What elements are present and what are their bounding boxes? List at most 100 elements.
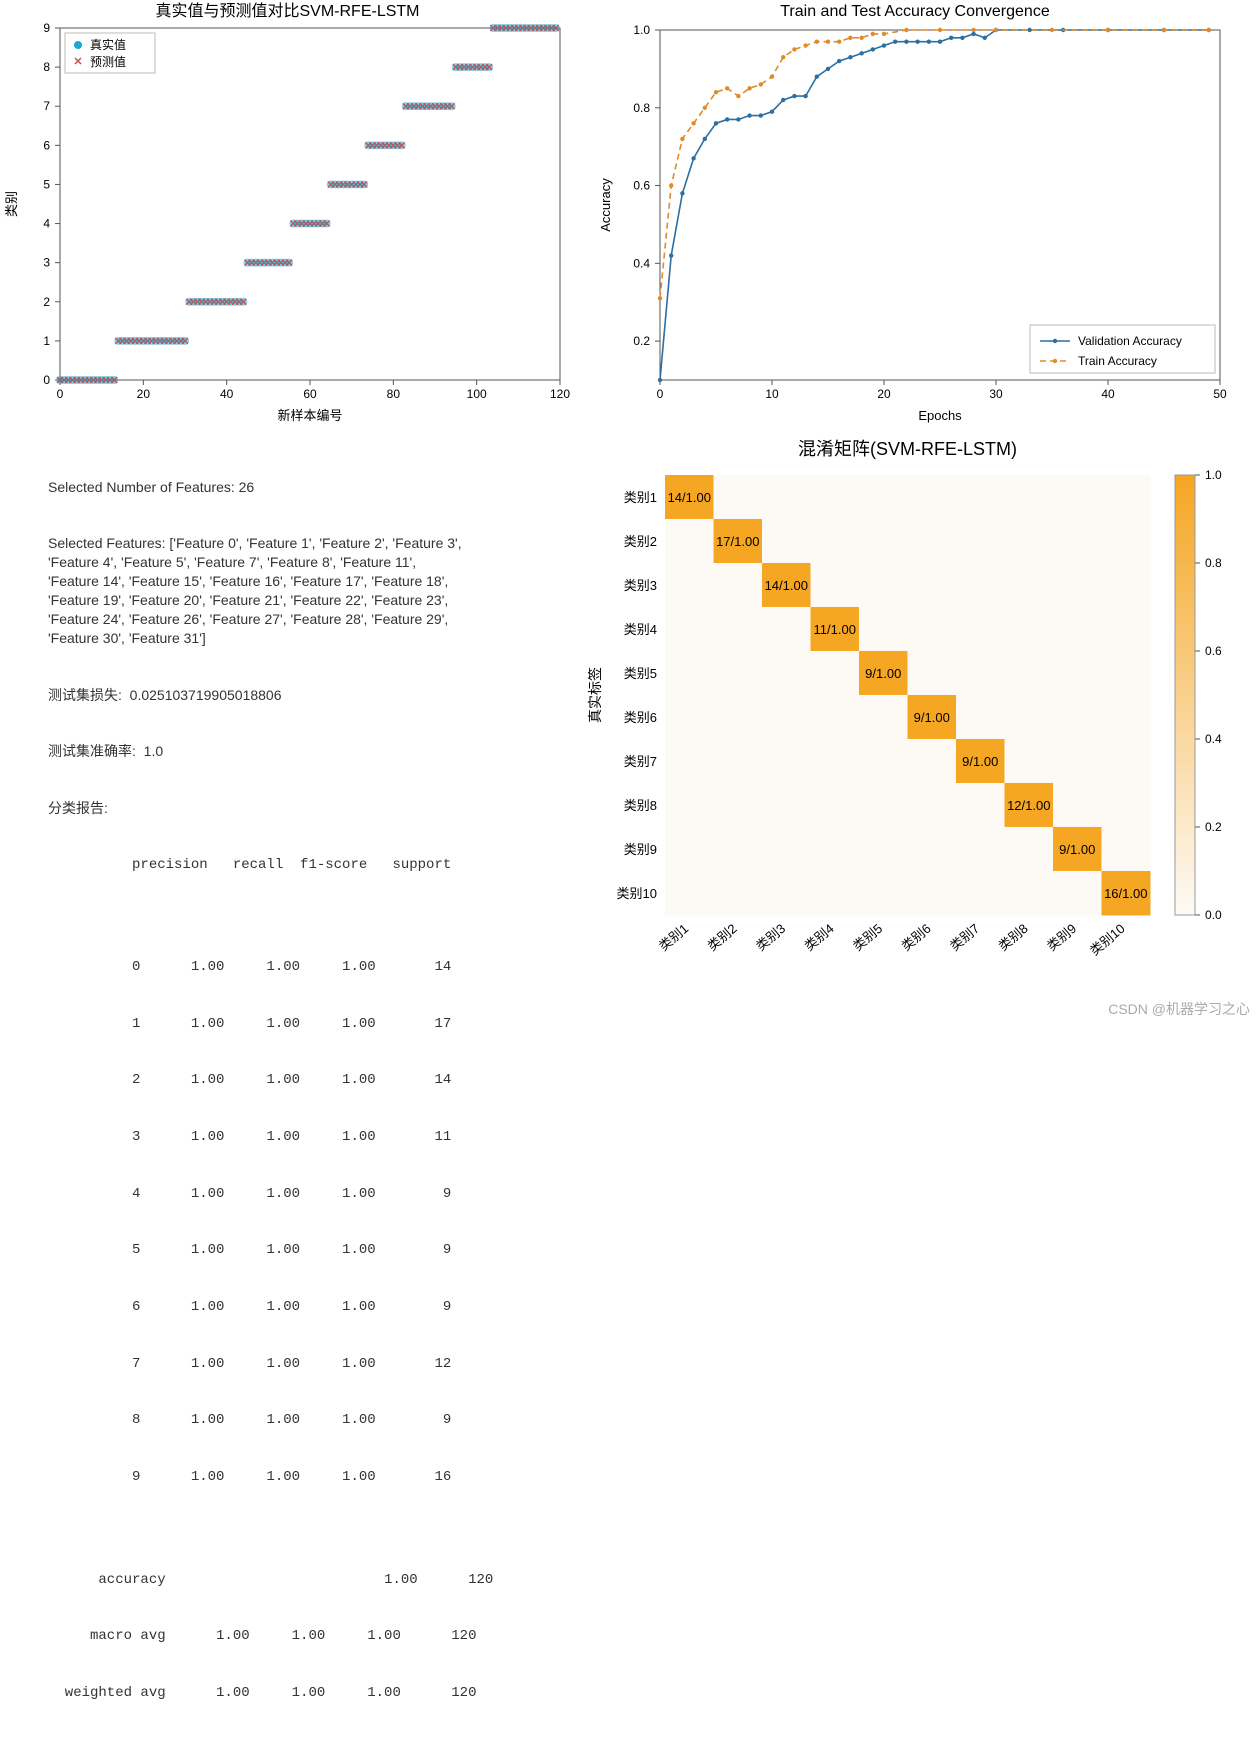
svg-text:10: 10 xyxy=(765,387,779,401)
svg-text:Accuracy: Accuracy xyxy=(598,178,613,232)
svg-text:7: 7 xyxy=(43,99,50,113)
svg-text:Epochs: Epochs xyxy=(918,408,962,423)
svg-text:类别2: 类别2 xyxy=(705,921,740,954)
table-row: 1 1.00 1.00 1.00 17 xyxy=(48,1015,588,1034)
svg-text:60: 60 xyxy=(303,387,317,401)
table-row: 9 1.00 1.00 1.00 16 xyxy=(48,1468,588,1487)
svg-text:14/1.00: 14/1.00 xyxy=(668,490,711,505)
svg-text:Train and Test Accuracy Conver: Train and Test Accuracy Convergence xyxy=(780,3,1050,20)
svg-text:9/1.00: 9/1.00 xyxy=(865,666,901,681)
svg-text:20: 20 xyxy=(137,387,151,401)
svg-text:Train Accuracy: Train Accuracy xyxy=(1078,354,1157,368)
svg-text:80: 80 xyxy=(387,387,401,401)
svg-text:4: 4 xyxy=(43,217,50,231)
watermark: CSDN @机器学习之心 xyxy=(1108,999,1250,1019)
test-loss: 测试集损失: 0.025103719905018806 xyxy=(48,686,588,705)
svg-text:0: 0 xyxy=(43,373,50,387)
selected-features: Selected Features: ['Feature 0', 'Featur… xyxy=(48,534,588,647)
svg-text:类别4: 类别4 xyxy=(802,921,837,954)
svg-text:120: 120 xyxy=(550,387,570,401)
svg-text:1.0: 1.0 xyxy=(633,23,650,37)
svg-text:类别8: 类别8 xyxy=(996,921,1031,954)
svg-text:0.0: 0.0 xyxy=(1205,908,1222,922)
svg-text:16/1.00: 16/1.00 xyxy=(1104,886,1147,901)
svg-text:类别6: 类别6 xyxy=(899,921,934,954)
table-row: 5 1.00 1.00 1.00 9 xyxy=(48,1241,588,1260)
svg-text:类别3: 类别3 xyxy=(624,578,657,593)
svg-text:1: 1 xyxy=(43,334,50,348)
table-row: 7 1.00 1.00 1.00 12 xyxy=(48,1355,588,1374)
svg-text:2: 2 xyxy=(43,295,50,309)
cls-header: 分类报告: xyxy=(48,799,588,818)
svg-text:类别3: 类别3 xyxy=(753,921,788,954)
svg-text:6: 6 xyxy=(43,138,50,152)
svg-text:类别2: 类别2 xyxy=(624,534,657,549)
svg-text:类别: 类别 xyxy=(4,191,19,217)
svg-text:新样本编号: 新样本编号 xyxy=(277,408,342,423)
svg-text:40: 40 xyxy=(1101,387,1115,401)
svg-text:类别1: 类别1 xyxy=(624,490,657,505)
classification-report: Selected Number of Features: 26 Selected… xyxy=(48,440,588,1741)
svg-text:预测值: 预测值 xyxy=(90,54,126,69)
svg-text:0.4: 0.4 xyxy=(1205,732,1222,746)
scatter-chart: 真实值与预测值对比SVM-RFE-LSTM 0 20 40 60 80 100 120 0 1 2 3… xyxy=(0,0,575,430)
svg-text:20: 20 xyxy=(877,387,891,401)
svg-text:0.8: 0.8 xyxy=(1205,556,1222,570)
table-row: 2 1.00 1.00 1.00 14 xyxy=(48,1071,588,1090)
svg-text:类别4: 类别4 xyxy=(624,622,657,637)
svg-text:类别7: 类别7 xyxy=(624,754,657,769)
svg-text:5: 5 xyxy=(43,177,50,191)
table-row: 8 1.00 1.00 1.00 9 xyxy=(48,1411,588,1430)
svg-text:真实值: 真实值 xyxy=(90,37,126,52)
weighted-row: weighted avg 1.00 1.00 1.00 120 xyxy=(48,1684,588,1703)
svg-text:0.8: 0.8 xyxy=(633,101,650,115)
svg-text:8: 8 xyxy=(43,60,50,74)
svg-text:0.6: 0.6 xyxy=(633,179,650,193)
table-row: 0 1.00 1.00 1.00 14 xyxy=(48,958,588,977)
svg-text:真实值与预测值对比SVM-RFE-LSTM: 真实值与预测值对比SVM-RFE-LSTM xyxy=(155,2,419,20)
svg-text:0.2: 0.2 xyxy=(1205,820,1222,834)
convergence-chart: Train and Test Accuracy Convergence 0 10 20… xyxy=(590,0,1240,430)
svg-text:0.2: 0.2 xyxy=(633,334,650,348)
svg-text:类别10: 类别10 xyxy=(617,886,657,901)
svg-text:类别9: 类别9 xyxy=(624,842,657,857)
svg-text:0: 0 xyxy=(657,387,664,401)
svg-text:40: 40 xyxy=(220,387,234,401)
svg-text:类别5: 类别5 xyxy=(850,921,885,954)
confusion-matrix: 混淆矩阵(SVM-RFE-LSTM) 14/1.00 17/1.00 14/1.00 1… xyxy=(580,435,1260,995)
svg-text:9: 9 xyxy=(43,21,50,35)
svg-text:50: 50 xyxy=(1213,387,1227,401)
svg-text:9/1.00: 9/1.00 xyxy=(914,710,950,725)
svg-text:9/1.00: 9/1.00 xyxy=(1059,842,1095,857)
svg-text:3: 3 xyxy=(43,256,50,270)
svg-text:0.4: 0.4 xyxy=(633,256,650,270)
svg-text:0.6: 0.6 xyxy=(1205,644,1222,658)
svg-text:11/1.00: 11/1.00 xyxy=(814,622,856,637)
table-row: 4 1.00 1.00 1.00 9 xyxy=(48,1185,588,1204)
table-row: 6 1.00 1.00 1.00 9 xyxy=(48,1298,588,1317)
table-row: 3 1.00 1.00 1.00 11 xyxy=(48,1128,588,1147)
svg-text:100: 100 xyxy=(467,387,487,401)
svg-text:类别7: 类别7 xyxy=(947,921,982,954)
accuracy-row: accuracy 1.00 120 xyxy=(48,1571,588,1590)
table-header: precision recall f1-score support xyxy=(48,856,588,875)
svg-text:类别9: 类别9 xyxy=(1044,921,1079,954)
svg-text:类别5: 类别5 xyxy=(624,666,657,681)
svg-text:14/1.00: 14/1.00 xyxy=(765,578,808,593)
svg-text:混淆矩阵(SVM-RFE-LSTM): 混淆矩阵(SVM-RFE-LSTM) xyxy=(798,439,1017,459)
svg-text:类别10: 类别10 xyxy=(1087,921,1128,959)
num-features: Selected Number of Features: 26 xyxy=(48,478,588,497)
svg-text:17/1.00: 17/1.00 xyxy=(716,534,759,549)
svg-text:1.0: 1.0 xyxy=(1205,468,1222,482)
svg-text:类别8: 类别8 xyxy=(624,798,657,813)
test-acc: 测试集准确率: 1.0 xyxy=(48,742,588,761)
macro-row: macro avg 1.00 1.00 1.00 120 xyxy=(48,1627,588,1646)
svg-text:0: 0 xyxy=(57,387,64,401)
svg-text:类别1: 类别1 xyxy=(656,921,691,954)
svg-text:类别6: 类别6 xyxy=(624,710,657,725)
svg-text:12/1.00: 12/1.00 xyxy=(1007,798,1050,813)
svg-text:9/1.00: 9/1.00 xyxy=(962,754,998,769)
svg-text:30: 30 xyxy=(989,387,1003,401)
svg-text:真实标签: 真实标签 xyxy=(587,667,603,723)
svg-text:Validation Accuracy: Validation Accuracy xyxy=(1078,334,1182,348)
